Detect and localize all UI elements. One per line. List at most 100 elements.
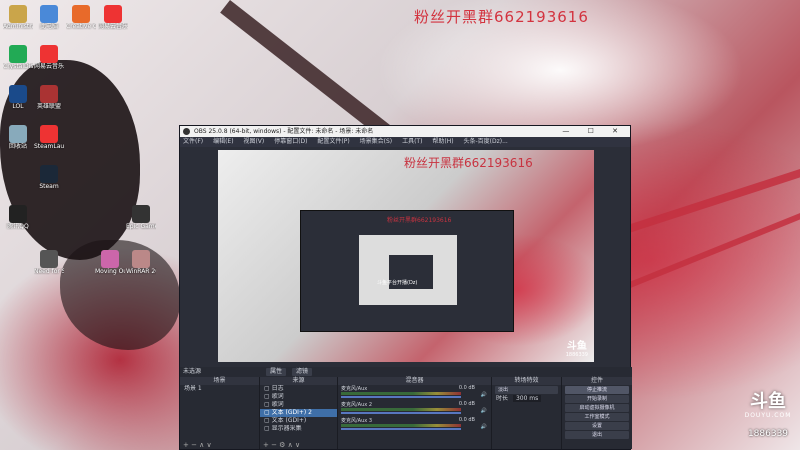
source-item[interactable]: ▢ 日志: [260, 385, 337, 393]
sources-dock: 来源 ▢ 日志 ▢ 歌词 ▢ 歌词 ▢ 文本 (GDI+) 2 ▢ 文本 (GDI+) ▢…: [260, 377, 338, 449]
desktop-icon-label: Creative C..: [66, 23, 96, 30]
nested-obs-capture: 粉丝开黑群662193616 斗鱼平台开播(Dz): [300, 210, 514, 332]
desktop-icon-label: 回收站: [8, 143, 27, 150]
source-item[interactable]: ▢ 歌词: [260, 393, 337, 401]
menu-tools[interactable]: 工具(T): [402, 138, 422, 145]
desktop-icon-label: 英雄联盟: [36, 103, 61, 110]
speaker-icon[interactable]: 🔊: [481, 408, 487, 414]
app-icon: [9, 45, 27, 63]
mixer-header: 混音器: [338, 377, 491, 385]
source-item[interactable]: ▢ 文本 (GDI+) 2: [260, 409, 337, 417]
scenes-dock: 场景 场景 1 + − ∧ ∨: [180, 377, 260, 449]
volume-slider[interactable]: [341, 412, 461, 414]
properties-button[interactable]: 属性: [266, 368, 287, 376]
app-icon: [40, 250, 58, 268]
channel-level: 0.0 dB: [458, 417, 475, 423]
control-button[interactable]: 设置: [565, 422, 629, 430]
douyu-brand: 斗鱼 DOUYU.COM 1886339: [742, 392, 794, 440]
app-icon: [40, 165, 58, 183]
channel-level: 0.0 dB: [458, 385, 475, 391]
obs-title-bar: OBS 25.0.8 (64-bit, windows) - 配置文件: 未命名…: [180, 126, 630, 137]
sources-header: 来源: [260, 377, 337, 385]
scenes-footer-buttons[interactable]: + − ∧ ∨: [180, 441, 259, 449]
douyu-domain: DOUYU.COM: [744, 412, 792, 419]
desktop-icon[interactable]: 网易云音乐: [34, 45, 64, 70]
desktop-icon[interactable]: 英雄联盟: [34, 85, 64, 110]
desktop-icon-label: Administrat..: [3, 23, 33, 30]
duration-input[interactable]: 300 ms: [512, 395, 542, 402]
sources-list: ▢ 日志 ▢ 歌词 ▢ 歌词 ▢ 文本 (GDI+) 2 ▢ 文本 (GDI+) ▢ 显示…: [260, 385, 337, 433]
menu-file[interactable]: 文件(F): [183, 138, 203, 145]
desktop-icon-label: 此电脑: [39, 23, 58, 30]
desktop-icon[interactable]: SteamLaunc..: [34, 125, 64, 150]
duration-label: 时长: [496, 395, 509, 402]
desktop-icon[interactable]: 回收站: [3, 125, 33, 150]
sources-footer-buttons[interactable]: + − ⚙ ∧ ∨: [260, 441, 337, 449]
speaker-icon[interactable]: 🔊: [481, 392, 487, 398]
source-item[interactable]: ▢ 文本 (GDI+): [260, 417, 337, 425]
scenes-header: 场景: [180, 377, 259, 385]
desktop-icon[interactable]: 此电脑: [34, 5, 64, 30]
volume-meter: [341, 424, 461, 427]
mixer-dock: 混音器 麦克风/Aux 0.0 dB 🔊 麦克风/Aux 2 0.0 dB 🔊 麦克风/Au…: [338, 377, 492, 449]
desktop-icon[interactable]: Need for Speed: [34, 250, 64, 275]
desktop-icon[interactable]: Steam: [34, 165, 64, 190]
mixer-list: 麦克风/Aux 0.0 dB 🔊 麦克风/Aux 2 0.0 dB 🔊 麦克风/Aux 30…: [338, 385, 491, 433]
controls-list: 停止推流 开始录制 启动虚拟摄像机 工作室模式 设置 退出: [562, 386, 632, 439]
volume-slider[interactable]: [341, 396, 461, 398]
app-icon: [101, 250, 119, 268]
desktop-icon-label: CrystalDisk: [3, 63, 33, 70]
desktop-icon-label: 腾讯QQ: [7, 223, 29, 230]
desktop-icon[interactable]: Creative C..: [66, 5, 96, 30]
transitions-dock: 转场特效 淡出 时长 300 ms: [492, 377, 562, 449]
menu-docks[interactable]: 停靠窗口(D): [274, 138, 307, 145]
transitions-header: 转场特效: [492, 377, 561, 385]
desktop-icon-label: 网易云音乐: [98, 23, 128, 30]
transition-select[interactable]: 淡出: [495, 386, 558, 394]
desktop-icon[interactable]: Administrat..: [3, 5, 33, 30]
control-button[interactable]: 开始录制: [565, 395, 629, 403]
scene-item[interactable]: 场景 1: [180, 385, 259, 393]
app-icon: [9, 5, 27, 23]
nested-preview: 斗鱼平台开播(Dz): [359, 235, 457, 305]
speaker-icon[interactable]: 🔊: [481, 424, 487, 430]
filters-button[interactable]: 滤镜: [292, 368, 313, 376]
desktop-icon[interactable]: CrystalDisk: [3, 45, 33, 70]
app-icon: [40, 125, 58, 143]
app-icon: [9, 125, 27, 143]
transition-duration: 时长 300 ms: [492, 395, 561, 403]
obs-window: OBS 25.0.8 (64-bit, windows) - 配置文件: 未命名…: [179, 125, 632, 450]
nested-watermark: 粉丝开黑群662193616: [387, 217, 452, 224]
volume-slider[interactable]: [341, 428, 461, 430]
menu-edit[interactable]: 编辑(E): [213, 138, 233, 145]
desktop-icon-label: Epic Games Launcher: [126, 223, 156, 230]
window-controls[interactable]: — ☐ ✕: [562, 126, 626, 137]
desktop-icon-label: Moving Out: [95, 268, 125, 275]
control-button[interactable]: 工作室模式: [565, 413, 629, 421]
source-item[interactable]: ▢ 歌词: [260, 401, 337, 409]
obs-window-title: OBS 25.0.8 (64-bit, windows) - 配置文件: 未命名…: [194, 128, 374, 135]
menu-profile[interactable]: 配置文件(P): [317, 138, 349, 145]
volume-meter: [341, 392, 461, 395]
source-item[interactable]: ▢ 显示器采集: [260, 425, 337, 433]
menu-help[interactable]: 帮助(H): [432, 138, 453, 145]
menu-scene-collection[interactable]: 场景集合(S): [360, 138, 393, 145]
desktop-icon[interactable]: 腾讯QQ: [3, 205, 33, 230]
douyu-mini-logo-text: 斗鱼: [566, 341, 587, 352]
control-button[interactable]: 停止推流: [565, 386, 629, 394]
volume-meter: [341, 408, 461, 411]
app-icon: [40, 5, 58, 23]
desktop-icon[interactable]: WinRAR 2020: [126, 250, 156, 275]
fan-group-watermark: 粉丝开黑群662193616: [414, 8, 589, 26]
menu-view[interactable]: 视图(V): [243, 138, 264, 145]
desktop-icon[interactable]: Moving Out: [95, 250, 125, 275]
desktop-icon[interactable]: Epic Games Launcher: [126, 205, 156, 230]
app-icon: [132, 205, 150, 223]
desktop-icon[interactable]: 网易云音乐: [98, 5, 128, 30]
control-button[interactable]: 退出: [565, 431, 629, 439]
control-button[interactable]: 启动虚拟摄像机: [565, 404, 629, 412]
desktop-icon[interactable]: LOL: [3, 85, 33, 110]
obs-docks: 场景 场景 1 + − ∧ ∨ 来源 ▢ 日志 ▢ 歌词 ▢ 歌词 ▢ 文本 (GDI…: [180, 377, 632, 449]
obs-preview[interactable]: 粉丝开黑群662193616 粉丝开黑群662193616 斗鱼平台开播(Dz)…: [218, 150, 594, 362]
menu-extra[interactable]: 头条-百度(Dz)...: [463, 138, 507, 145]
